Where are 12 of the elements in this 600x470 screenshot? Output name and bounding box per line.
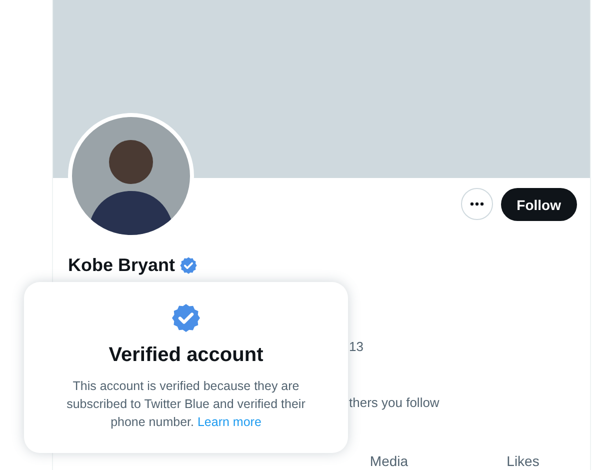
profile-tab[interactable]: Likes (456, 447, 590, 470)
follow-button[interactable]: Follow (500, 188, 577, 221)
followers-note: thers you follow (349, 395, 440, 411)
stat-text: 13 (349, 339, 364, 355)
profile-tab[interactable]: Media (322, 447, 456, 470)
verified-badge-icon (170, 302, 202, 334)
popup-title: Verified account (108, 344, 264, 367)
more-icon (470, 202, 484, 206)
verified-badge-icon (179, 256, 198, 275)
popup-text: This account is verified because they are subscribed to Twitter Blue and verified their phone number. Learn more (66, 378, 306, 431)
more-button[interactable] (460, 188, 493, 220)
profile-name: Kobe Bryant (68, 255, 176, 276)
